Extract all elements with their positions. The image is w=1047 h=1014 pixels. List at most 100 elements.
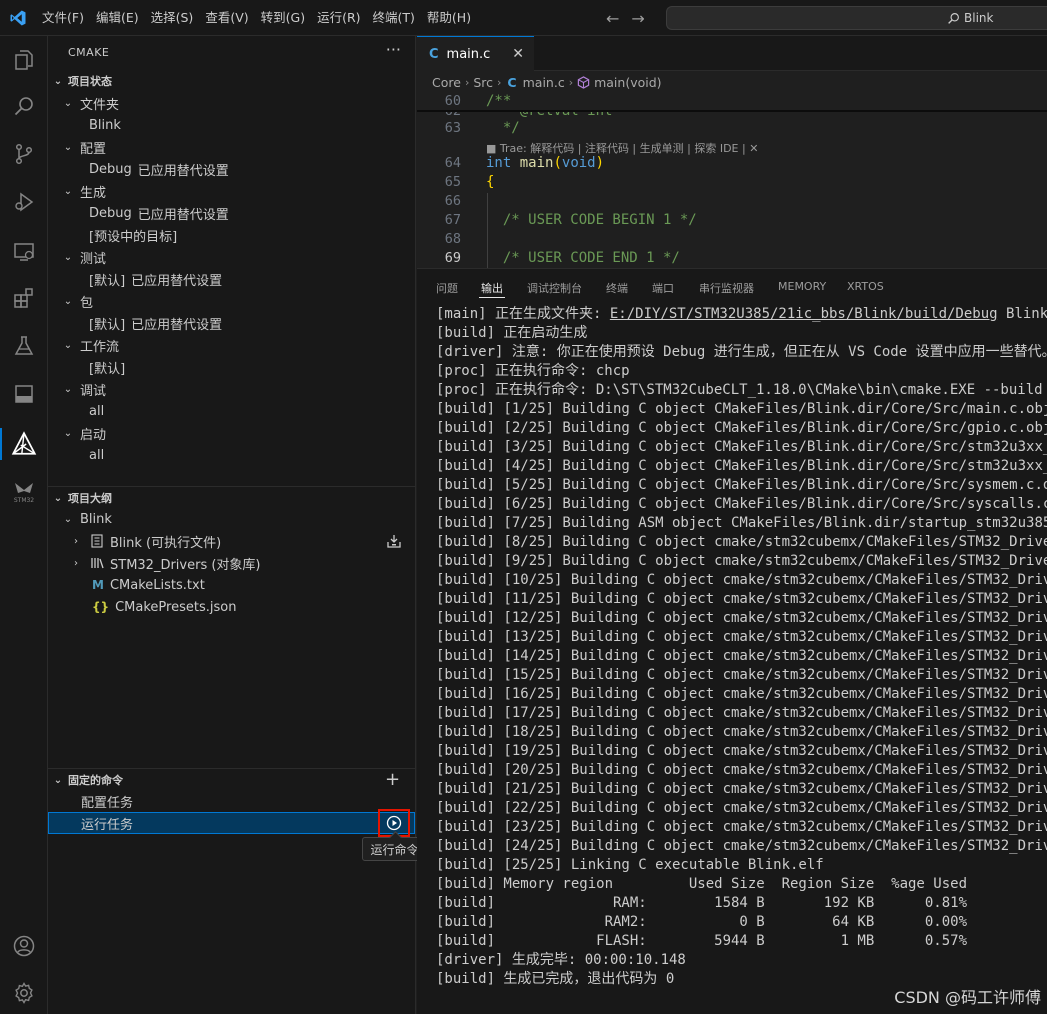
close-icon[interactable]: ✕	[512, 46, 524, 62]
tree-label: 启动	[80, 427, 107, 443]
code-line: 68	[417, 231, 1047, 250]
tree-item-configure[interactable]: ⌄ 配置	[60, 136, 106, 158]
tree-item-debug-value[interactable]: all	[89, 400, 104, 422]
tree-item-build-target[interactable]: [预设中的目标]	[89, 224, 177, 246]
tree-item-folder[interactable]: ⌄ 文件夹	[60, 92, 119, 114]
outline-root-blink[interactable]: ⌄ Blink	[60, 508, 112, 530]
tree-label: CMakeLists.txt	[109, 577, 205, 593]
tab-ports[interactable]: 端口	[652, 280, 674, 296]
breadcrumb-item[interactable]: Core	[432, 75, 461, 90]
tree-item-launch[interactable]: ⌄ 启动	[60, 422, 106, 444]
tree-item-folder-value[interactable]: Blink	[89, 114, 121, 136]
menu-go[interactable]: 转到(G)	[255, 0, 311, 36]
outline-item-executable[interactable]: › Blink (可执行文件)	[68, 530, 221, 552]
section-title: 项目状态	[68, 75, 112, 88]
line-number: 60	[444, 93, 461, 109]
breadcrumb-item[interactable]: Src	[473, 75, 493, 90]
tree-item-package-value[interactable]: [默认] 已应用替代设置	[89, 312, 222, 334]
source-control-icon[interactable]	[0, 134, 48, 174]
tree-item-package[interactable]: ⌄ 包	[60, 290, 93, 312]
play-circle-icon	[386, 815, 402, 831]
menu-terminal[interactable]: 终端(T)	[367, 0, 421, 36]
output-line: [build] 正在启动生成	[436, 325, 588, 341]
section-project-outline[interactable]: ⌄ 项目大纲	[48, 487, 112, 509]
menu-selection[interactable]: 选择(S)	[145, 0, 200, 36]
tree-item-build-value[interactable]: Debug 已应用替代设置	[89, 202, 229, 224]
add-pinned-command-icon[interactable]: +	[385, 769, 400, 791]
pinned-item-configure-task[interactable]: 配置任务	[81, 790, 133, 812]
outline-item-library[interactable]: › STM32_Drivers (对象库)	[68, 552, 261, 574]
pinned-item-run-task[interactable]: 运行任务	[48, 812, 415, 834]
tree-note: 已应用替代设置	[131, 317, 223, 333]
tree-item-workflow-value[interactable]: [默认]	[89, 356, 125, 378]
tree-label: 配置任务	[81, 795, 134, 811]
outline-item-cmakelists[interactable]: M CMakeLists.txt	[92, 574, 205, 596]
account-icon[interactable]	[0, 926, 48, 966]
tree-item-test-value[interactable]: [默认] 已应用替代设置	[89, 268, 222, 290]
tab-terminal[interactable]: 终端	[606, 280, 628, 296]
output-line: [build] [19/25] Building C object cmake/…	[436, 743, 1047, 759]
build-path-link[interactable]: E:/DIY/ST/STM32U385/21ic_bbs/Blink/build…	[610, 306, 998, 322]
menu-edit[interactable]: 编辑(E)	[90, 0, 145, 36]
testing-flask-icon[interactable]	[0, 326, 48, 366]
forward-arrow-icon[interactable]: →	[631, 9, 644, 28]
tree-label: all	[89, 403, 105, 419]
menu-help[interactable]: 帮助(H)	[421, 0, 477, 36]
tree-item-debug[interactable]: ⌄ 调试	[60, 378, 106, 400]
tab-serial-monitor[interactable]: 串行监视器	[699, 280, 754, 296]
breadcrumb-item[interactable]: main.c	[523, 75, 565, 90]
section-title: 项目大纲	[68, 492, 112, 505]
tab-problems[interactable]: 问题	[436, 280, 458, 296]
back-arrow-icon[interactable]: ←	[606, 9, 619, 28]
breadcrumb-item[interactable]: main(void)	[594, 75, 661, 90]
download-build-icon[interactable]	[386, 533, 402, 553]
tab-xrtos[interactable]: XRTOS	[847, 280, 884, 293]
search-text: Blink	[964, 11, 994, 25]
tree-label: 运行任务	[81, 817, 134, 833]
command-center-search[interactable]: Blink	[666, 6, 1047, 30]
search-icon[interactable]	[0, 86, 48, 126]
remote-explorer-icon[interactable]	[0, 232, 48, 272]
tree-label: [默认]	[89, 361, 126, 377]
tree-item-workflow[interactable]: ⌄ 工作流	[60, 334, 119, 356]
trae-codelens[interactable]: ■ Trae: 解释代码 | 注释代码 | 生成单测 | 探索 IDE | ✕	[486, 140, 758, 156]
section-pinned-commands[interactable]: ⌄ 固定的命令	[48, 769, 123, 791]
stm32-icon[interactable]: STM32	[0, 472, 48, 512]
menu-run[interactable]: 运行(R)	[311, 0, 366, 36]
outline-item-cmakepresets[interactable]: {} CMakePresets.json	[92, 596, 236, 618]
output-line: [build] [20/25] Building C object cmake/…	[436, 762, 1047, 778]
run-debug-icon[interactable]	[0, 182, 48, 222]
tab-debug-console[interactable]: 调试控制台	[527, 280, 582, 296]
code-editor[interactable]: 60 /** 62 * @retval int 63 */ ■ Trae: 解释…	[417, 93, 1047, 268]
code-text: int main(void)	[486, 155, 605, 171]
extensions-icon[interactable]	[0, 278, 48, 318]
tab-main-c[interactable]: C main.c ✕	[417, 36, 534, 71]
tab-output[interactable]: 输出	[479, 280, 505, 298]
output-log[interactable]: [main] 正在生成文件夹: E:/DIY/ST/STM32U385/21ic…	[436, 304, 1047, 1014]
tree-label: 测试	[80, 251, 107, 267]
settings-gear-icon[interactable]	[0, 973, 48, 1013]
svg-text:STM32: STM32	[14, 497, 34, 504]
tab-memory[interactable]: MEMORY	[778, 280, 826, 293]
section-project-status[interactable]: ⌄ 项目状态	[48, 70, 112, 92]
tree-label: 调试	[80, 383, 107, 399]
more-actions-icon[interactable]: ···	[386, 40, 401, 59]
output-line: [build] RAM: 1584 B 192 KB 0.81%	[436, 895, 968, 911]
menu-view[interactable]: 查看(V)	[199, 0, 254, 36]
tree-item-configure-value[interactable]: Debug 已应用替代设置	[89, 158, 229, 180]
tree-item-build[interactable]: ⌄ 生成	[60, 180, 106, 202]
menu-file[interactable]: 文件(F)	[36, 0, 90, 36]
output-line: [build] FLASH: 5944 B 1 MB 0.57%	[436, 933, 968, 949]
tree-label: Blink	[89, 117, 121, 133]
panel-icon[interactable]	[0, 374, 48, 414]
tab-label: main.c	[446, 46, 491, 62]
output-line: [build] [24/25] Building C object cmake/…	[436, 838, 1047, 854]
cmake-icon[interactable]	[0, 424, 48, 464]
tree-item-launch-value[interactable]: all	[89, 444, 104, 466]
output-line: [proc] 正在执行命令: D:\ST\STM32CubeCLT_1.18.0…	[436, 382, 1043, 398]
json-braces-icon: {}	[92, 600, 110, 614]
tree-item-test[interactable]: ⌄ 测试	[60, 246, 106, 268]
output-line: [build] [21/25] Building C object cmake/…	[436, 781, 1047, 797]
tree-label: Blink	[80, 511, 112, 527]
explorer-icon[interactable]	[0, 40, 48, 80]
